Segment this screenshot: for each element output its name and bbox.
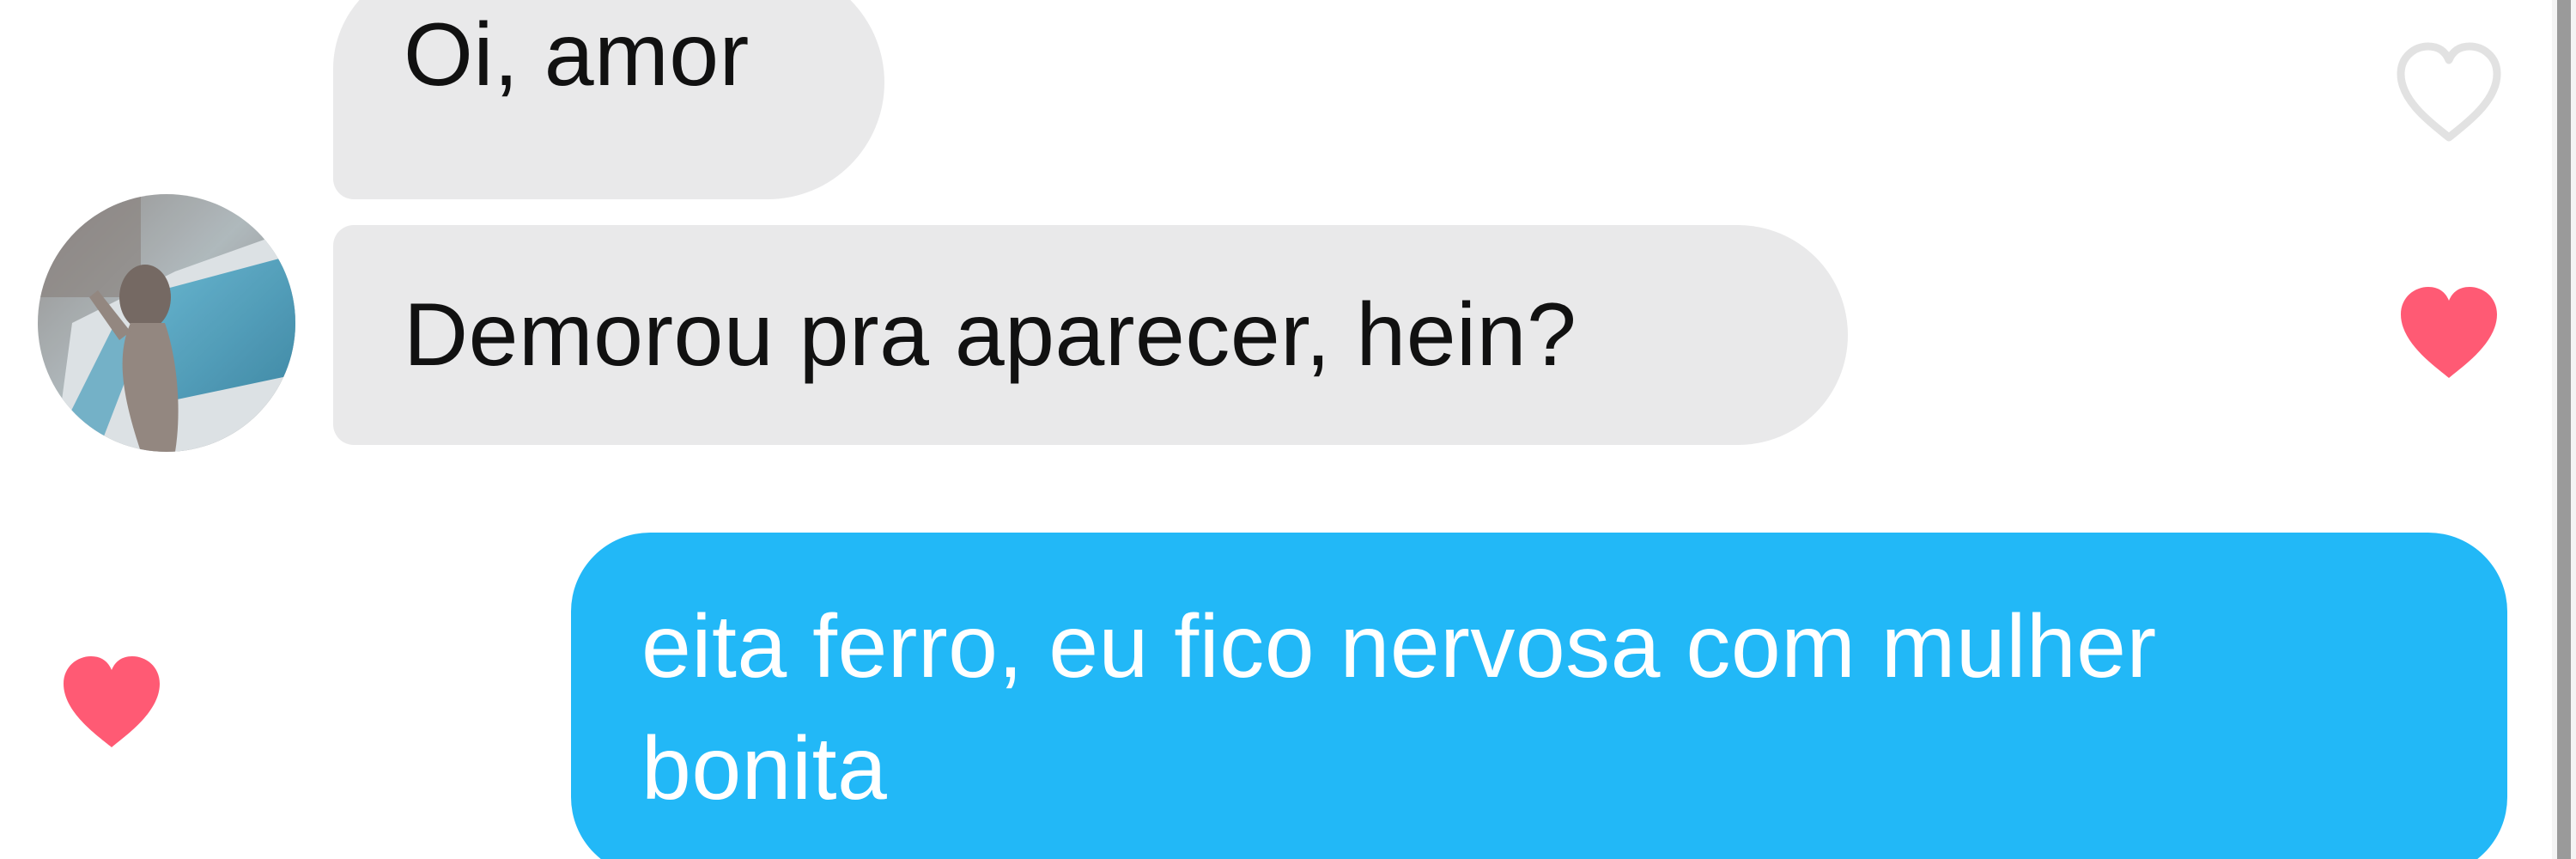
incoming-message-bubble[interactable]: Oi, amor [333, 0, 884, 199]
message-text: Oi, amor [404, 5, 750, 105]
message-text-line: eita ferro, eu fico nervosa com mulher [641, 597, 2157, 697]
message-text-line: bonita [641, 719, 888, 819]
scrollbar[interactable] [2552, 0, 2576, 859]
outgoing-message-bubble[interactable]: eita ferro, eu fico nervosa com mulher b… [571, 533, 2507, 859]
heart-outline-icon[interactable] [2391, 40, 2507, 146]
message-text: Demorou pra aparecer, hein? [404, 285, 1577, 385]
avatar[interactable] [38, 194, 295, 452]
heart-filled-icon[interactable] [2391, 280, 2507, 387]
chat-thread: Oi, amor Demorou pra aparecer, hein? eit… [0, 0, 2542, 859]
heart-filled-icon[interactable] [53, 649, 170, 756]
scrollbar-thumb[interactable] [2557, 0, 2571, 859]
incoming-message-bubble[interactable]: Demorou pra aparecer, hein? [333, 225, 1848, 445]
